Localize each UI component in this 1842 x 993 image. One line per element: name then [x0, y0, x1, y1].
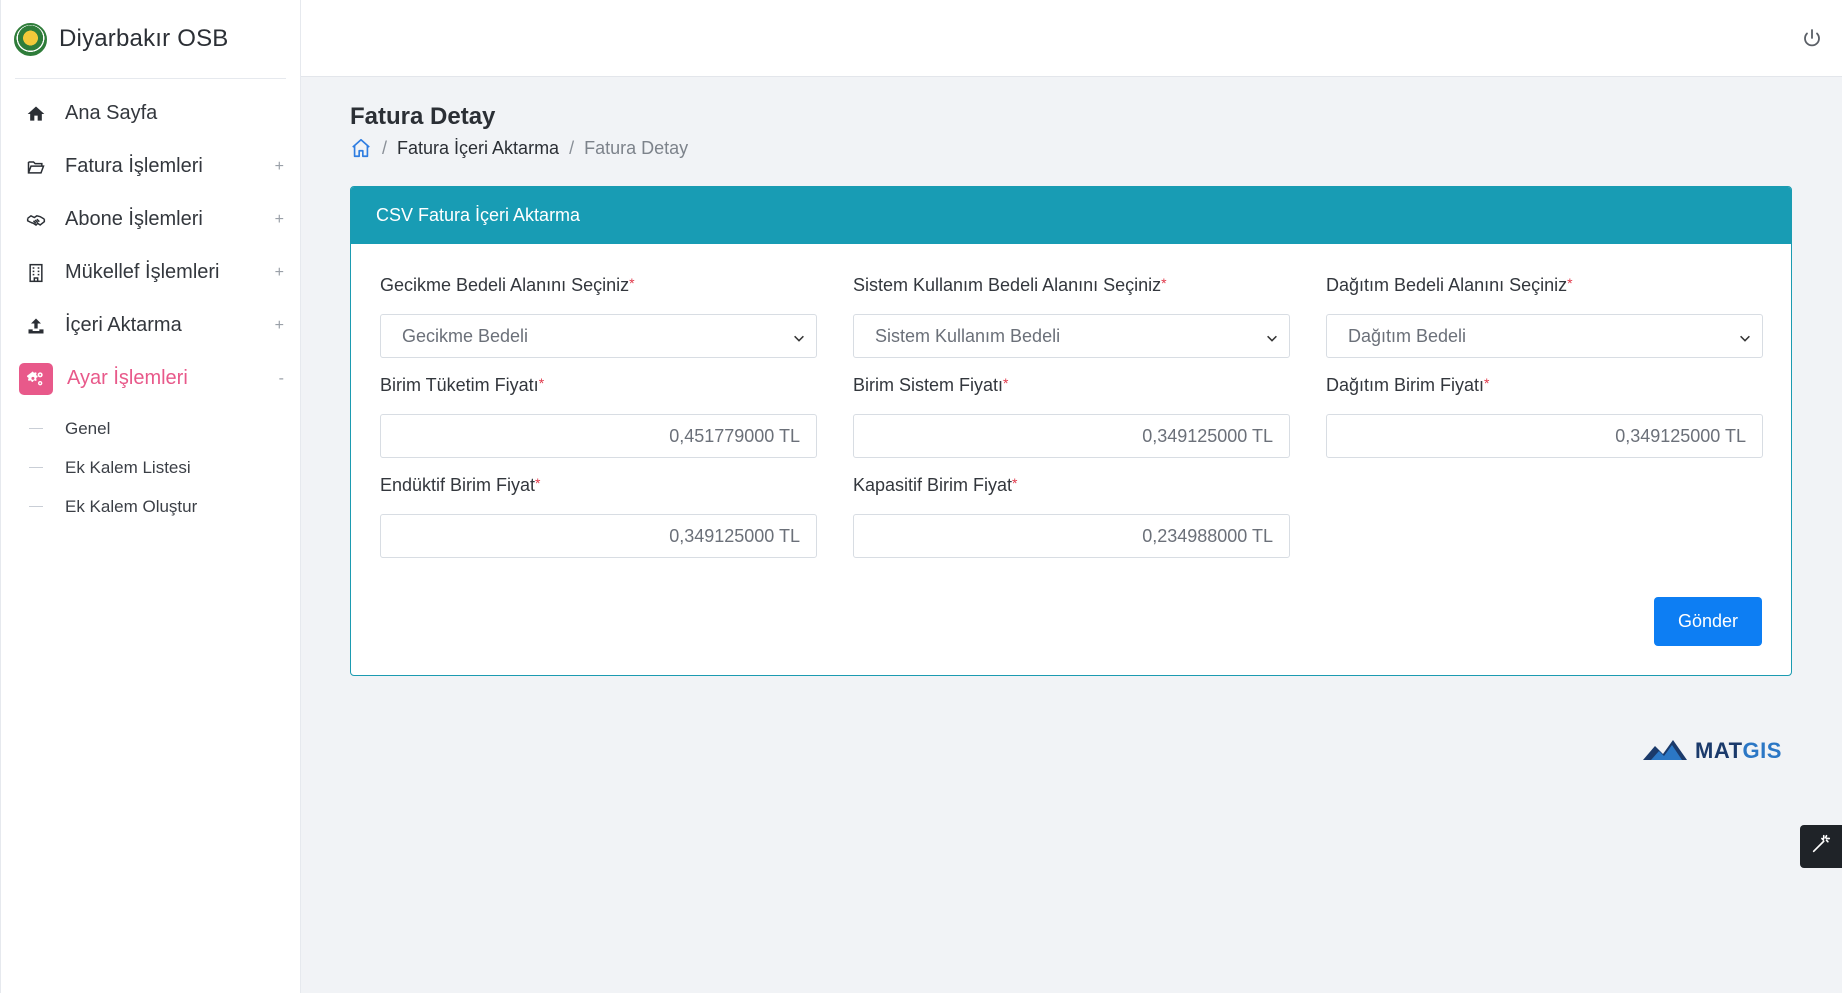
input-value: 0,234988000 TL — [1142, 525, 1273, 546]
field-label: Kapasitif Birim Fiyat* — [853, 475, 1018, 495]
field-label: Endüktif Birim Fiyat* — [380, 475, 541, 495]
sistem-kullanim-bedeli-select[interactable]: Sistem Kullanım Bedeli — [853, 314, 1290, 358]
input-value: 0,451779000 TL — [669, 425, 800, 446]
sistem-field: Sistem Kullanım Bedeli Alanını Seçiniz* … — [853, 275, 1290, 358]
settings-submenu: Genel Ek Kalem Listesi Ek Kalem Oluştur — [1, 405, 300, 526]
cogs-icon — [19, 362, 53, 395]
matgis-logo: MATGIS — [1643, 730, 1793, 762]
page-title: Fatura Detay — [350, 103, 496, 130]
submenu-item-genel[interactable]: Genel — [1, 409, 300, 448]
breadcrumb-separator: / — [569, 137, 575, 158]
sidebar-item-label: Mükellef İşlemleri — [65, 261, 220, 283]
sidebar-item-label: İçeri Aktarma — [65, 314, 182, 336]
input-value: 0,349125000 TL — [1615, 425, 1746, 446]
dash-icon — [29, 506, 43, 507]
handshake-icon — [21, 207, 51, 233]
birim-tuketim-field: Birim Tüketim Fiyatı* 0,451779000 TL — [380, 375, 817, 458]
collapse-icon[interactable]: - — [279, 370, 284, 388]
sidebar-menu: Ana Sayfa Fatura İşlemleri + Abone İşlem… — [1, 79, 300, 405]
folder-open-icon — [21, 154, 51, 180]
building-icon — [21, 260, 51, 286]
expand-icon[interactable]: + — [275, 158, 284, 176]
mountain-logo-icon — [1643, 734, 1695, 762]
field-label: Birim Tüketim Fiyatı* — [380, 375, 545, 395]
dagitim-field: Dağıtım Bedeli Alanını Seçiniz* Dağıtım … — [1326, 275, 1763, 358]
gecikme-bedeli-select[interactable]: Gecikme Bedeli — [380, 314, 817, 358]
sidebar-item-label: Abone İşlemleri — [65, 208, 203, 230]
birim-sistem-field: Birim Sistem Fiyatı* 0,349125000 TL — [853, 375, 1290, 458]
sidebar-item-ayar-islemleri[interactable]: Ayar İşlemleri - — [1, 352, 300, 405]
select-value: Gecikme Bedeli — [402, 325, 529, 346]
birim-sistem-input[interactable]: 0,349125000 TL — [853, 414, 1290, 458]
home-icon[interactable] — [350, 137, 372, 159]
submenu-item-label: Ek Kalem Listesi — [65, 457, 191, 477]
select-value: Sistem Kullanım Bedeli — [875, 325, 1061, 346]
magic-wand-icon — [1810, 833, 1832, 860]
kapasitif-field: Kapasitif Birim Fiyat* 0,234988000 TL — [853, 475, 1290, 558]
magic-wand-button[interactable] — [1800, 825, 1842, 868]
field-label: Dağıtım Bedeli Alanını Seçiniz* — [1326, 275, 1573, 295]
gecikme-field: Gecikme Bedeli Alanını Seçiniz* Gecikme … — [380, 275, 817, 358]
dagitim-birim-field: Dağıtım Birim Fiyatı* 0,349125000 TL — [1326, 375, 1763, 458]
sidebar-item-iceri-aktarma[interactable]: İçeri Aktarma + — [1, 299, 300, 352]
submenu-item-ek-kalem-olustur[interactable]: Ek Kalem Oluştur — [1, 487, 300, 526]
birim-tuketim-input[interactable]: 0,451779000 TL — [380, 414, 817, 458]
field-label: Sistem Kullanım Bedeli Alanını Seçiniz* — [853, 275, 1167, 295]
input-value: 0,349125000 TL — [1142, 425, 1273, 446]
card-title: CSV Fatura İçeri Aktarma — [376, 205, 581, 225]
sidebar-item-label: Ayar İşlemleri — [67, 367, 188, 389]
brand-name: Diyarbakır OSB — [59, 25, 229, 52]
power-icon[interactable] — [1800, 27, 1824, 51]
home-icon — [21, 101, 51, 127]
select-value: Dağıtım Bedeli — [1348, 325, 1467, 346]
expand-icon[interactable]: + — [275, 211, 284, 229]
chevron-down-icon — [792, 329, 806, 343]
chevron-down-icon — [1738, 329, 1752, 343]
breadcrumb-current: Fatura Detay — [584, 137, 689, 158]
sidebar-item-ana-sayfa[interactable]: Ana Sayfa — [1, 87, 300, 140]
osb-logo — [14, 22, 47, 56]
sidebar: Diyarbakır OSB Ana Sayfa Fatura İşlemler… — [0, 0, 301, 993]
dagitim-bedeli-select[interactable]: Dağıtım Bedeli — [1326, 314, 1763, 358]
expand-icon[interactable]: + — [275, 264, 284, 282]
sidebar-item-fatura-islemleri[interactable]: Fatura İşlemleri + — [1, 140, 300, 193]
chevron-down-icon — [1265, 329, 1279, 343]
matgis-wordmark: MATGIS — [1695, 738, 1782, 763]
sidebar-item-label: Ana Sayfa — [65, 102, 158, 124]
card-header: CSV Fatura İçeri Aktarma — [351, 187, 1791, 244]
kapasitif-birim-input[interactable]: 0,234988000 TL — [853, 514, 1290, 558]
main-content: Fatura Detay / Fatura İçeri Aktarma / Fa… — [350, 77, 1792, 676]
topbar — [301, 0, 1842, 77]
sidebar-item-abone-islemleri[interactable]: Abone İşlemleri + — [1, 193, 300, 246]
dash-icon — [29, 428, 43, 429]
breadcrumb-separator: / — [382, 137, 388, 158]
expand-icon[interactable]: + — [275, 317, 284, 335]
field-label: Dağıtım Birim Fiyatı* — [1326, 375, 1490, 395]
enduktif-birim-input[interactable]: 0,349125000 TL — [380, 514, 817, 558]
submenu-item-label: Genel — [65, 418, 111, 438]
brand[interactable]: Diyarbakır OSB — [1, 0, 300, 78]
upload-icon — [21, 313, 51, 339]
breadcrumb: / Fatura İçeri Aktarma / Fatura Detay — [350, 137, 1792, 159]
submenu-item-ek-kalem-listesi[interactable]: Ek Kalem Listesi — [1, 448, 300, 487]
field-label: Gecikme Bedeli Alanını Seçiniz* — [380, 275, 635, 295]
sidebar-item-label: Fatura İşlemleri — [65, 155, 203, 177]
csv-import-card: CSV Fatura İçeri Aktarma Gecikme Bedeli … — [350, 186, 1792, 676]
breadcrumb-link[interactable]: Fatura İçeri Aktarma — [397, 138, 559, 159]
input-value: 0,349125000 TL — [669, 525, 800, 546]
submit-button[interactable]: Gönder — [1654, 597, 1762, 646]
dagitim-birim-input[interactable]: 0,349125000 TL — [1326, 414, 1763, 458]
dash-icon — [29, 467, 43, 468]
submenu-item-label: Ek Kalem Oluştur — [65, 496, 198, 516]
sidebar-item-mukellef-islemleri[interactable]: Mükellef İşlemleri + — [1, 246, 300, 299]
field-label: Birim Sistem Fiyatı* — [853, 375, 1009, 395]
enduktif-field: Endüktif Birim Fiyat* 0,349125000 TL — [380, 475, 817, 558]
